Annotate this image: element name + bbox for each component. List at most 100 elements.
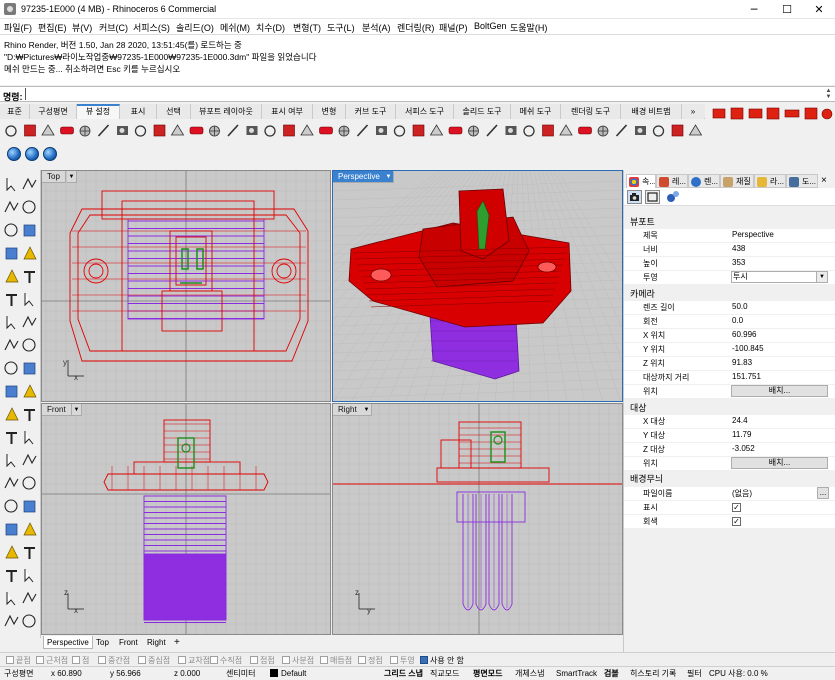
property-value[interactable]: 151.751	[732, 372, 761, 381]
osnap-option[interactable]: 정점	[358, 655, 383, 666]
command-input[interactable]	[25, 88, 820, 100]
tab-display[interactable]: 표시	[120, 104, 157, 119]
viewport-top[interactable]: Top ▼ x y	[41, 170, 331, 402]
toggle-ortho[interactable]: 직교모드	[430, 668, 459, 680]
menu-mesh[interactable]: 메쉬(M)	[220, 21, 250, 34]
menu-dimension[interactable]: 치수(D)	[256, 21, 285, 34]
osnap-checkbox[interactable]	[420, 656, 428, 664]
panel-tab-materials[interactable]: 재질	[720, 174, 754, 188]
property-value[interactable]: (없음)	[732, 488, 752, 499]
menu-analyze[interactable]: 분석(A)	[362, 21, 391, 34]
viewport-front[interactable]: Front ▼ x z	[41, 403, 331, 635]
toggle-filter[interactable]: 필터	[687, 668, 702, 680]
menu-surface[interactable]: 서피스(S)	[133, 21, 170, 34]
viewport-right[interactable]: Right ▼ y z	[332, 403, 623, 635]
osnap-option[interactable]: 사분점	[282, 655, 314, 666]
viewport-perspective[interactable]: Perspective ▼	[332, 170, 623, 402]
maximize-button[interactable]: ☐	[771, 0, 803, 19]
osnap-option[interactable]: 사용 안 함	[420, 655, 464, 666]
osnap-option[interactable]: 접점	[250, 655, 275, 666]
place-button[interactable]: 배치...	[731, 457, 828, 469]
osnap-checkbox[interactable]	[36, 656, 44, 664]
osnap-option[interactable]: 중심점	[138, 655, 170, 666]
status-cplane[interactable]: 구성평면	[4, 668, 33, 680]
property-value[interactable]: -3.052	[732, 444, 755, 453]
render-sphere-icon[interactable]	[7, 147, 21, 161]
osnap-checkbox[interactable]	[390, 656, 398, 664]
osnap-option[interactable]: 중간점	[98, 655, 130, 666]
osnap-option[interactable]: 끝점	[6, 655, 31, 666]
toggle-record-history[interactable]: 히스토리 기록	[630, 668, 676, 680]
history-scroll-arrows[interactable]: ▲ ▼	[824, 88, 833, 101]
property-value[interactable]: -100.845	[732, 344, 764, 353]
menu-boltgen[interactable]: BoltGen	[474, 21, 507, 31]
tab-set-view[interactable]: 뷰 설정	[77, 104, 120, 119]
viewport-tab-front[interactable]: Front	[116, 636, 141, 649]
tab-cplanes[interactable]: 구성평면	[30, 104, 77, 119]
tab-solid-tools[interactable]: 솔리드 도구	[454, 104, 511, 119]
property-value[interactable]: 50.0	[732, 302, 748, 311]
browse-file-button[interactable]: ...	[817, 487, 829, 499]
panel-tab-properties[interactable]: 속...	[626, 174, 656, 188]
viewport-tab-perspective[interactable]: Perspective	[43, 636, 93, 649]
osnap-checkbox[interactable]	[178, 656, 186, 664]
left-tool-icons[interactable]	[4, 177, 37, 628]
menu-view[interactable]: 뷰(V)	[72, 21, 92, 34]
viewport-frame-icon[interactable]	[645, 190, 660, 204]
tab-surface-tools[interactable]: 서피스 도구	[396, 104, 454, 119]
property-value[interactable]: 91.83	[732, 358, 752, 367]
menu-tools[interactable]: 도구(L)	[327, 21, 355, 34]
property-value[interactable]: 60.996	[732, 330, 756, 339]
property-value[interactable]: 438	[732, 244, 745, 253]
tab-transform[interactable]: 변형	[313, 104, 346, 119]
toggle-osnap[interactable]: 개체스냅	[515, 668, 544, 680]
tab-visibility[interactable]: 표시 여부	[262, 104, 313, 119]
osnap-option[interactable]: 근처점	[36, 655, 68, 666]
osnap-checkbox[interactable]	[282, 656, 290, 664]
viewport-title-front[interactable]: Front	[42, 404, 72, 416]
property-value[interactable]: 0.0	[732, 316, 743, 325]
status-layer[interactable]: Default	[270, 668, 306, 680]
menu-solid[interactable]: 솔리드(O)	[176, 21, 214, 34]
tab-viewport-layout[interactable]: 뷰포트 레이아웃	[191, 104, 262, 119]
osnap-checkbox[interactable]	[320, 656, 328, 664]
object-properties-icon[interactable]	[665, 190, 681, 204]
panel-tab-layers[interactable]: 레...	[656, 174, 688, 188]
menu-file[interactable]: 파일(F)	[4, 21, 32, 34]
toggle-grid-snap[interactable]: 그리드 스냅	[384, 668, 423, 680]
viewport-tab-top[interactable]: Top	[93, 636, 112, 649]
viewport-menu-arrow[interactable]: ▼	[72, 404, 82, 416]
minimize-button[interactable]: ─	[738, 0, 770, 19]
menu-edit[interactable]: 편집(E)	[38, 21, 67, 34]
place-button[interactable]: 배치...	[731, 385, 828, 397]
osnap-checkbox[interactable]	[6, 656, 14, 664]
property-value[interactable]: 24.4	[732, 416, 748, 425]
viewport-menu-arrow[interactable]: ▼	[384, 171, 394, 183]
tabs-overflow-button[interactable]: »	[682, 104, 704, 119]
panel-tab-help[interactable]: 도...	[786, 174, 818, 188]
environment-sphere-icon[interactable]	[43, 147, 57, 161]
osnap-checkbox[interactable]	[72, 656, 80, 664]
tab-render-tools[interactable]: 렌더링 도구	[561, 104, 621, 119]
tab-select[interactable]: 선택	[157, 104, 191, 119]
chevron-down-icon[interactable]: ▼	[816, 272, 827, 282]
close-button[interactable]: ✕	[803, 0, 835, 19]
osnap-checkbox[interactable]	[250, 656, 258, 664]
tab-standard[interactable]: 표준	[0, 104, 30, 119]
panel-tab-render[interactable]: 렌...	[688, 174, 720, 188]
tab-mesh-tools[interactable]: 메쉬 도구	[511, 104, 561, 119]
menu-render[interactable]: 렌더링(R)	[397, 21, 434, 34]
osnap-option[interactable]: 매듭점	[320, 655, 352, 666]
material-sphere-icon[interactable]	[25, 147, 39, 161]
osnap-option[interactable]: 점	[72, 655, 89, 666]
osnap-checkbox[interactable]	[210, 656, 218, 664]
red-tool-icons[interactable]	[712, 107, 833, 120]
toggle-gumball[interactable]: 검볼	[604, 668, 619, 680]
osnap-checkbox[interactable]	[358, 656, 366, 664]
osnap-option[interactable]: 투영	[390, 655, 415, 666]
viewport-menu-arrow[interactable]: ▼	[362, 404, 372, 416]
viewport-title-perspective[interactable]: Perspective	[333, 171, 386, 183]
toolbar-icons[interactable]	[0, 120, 705, 142]
menu-transform[interactable]: 변형(T)	[293, 21, 321, 34]
tab-background-bitmap[interactable]: 배경 비트맵	[621, 104, 682, 119]
